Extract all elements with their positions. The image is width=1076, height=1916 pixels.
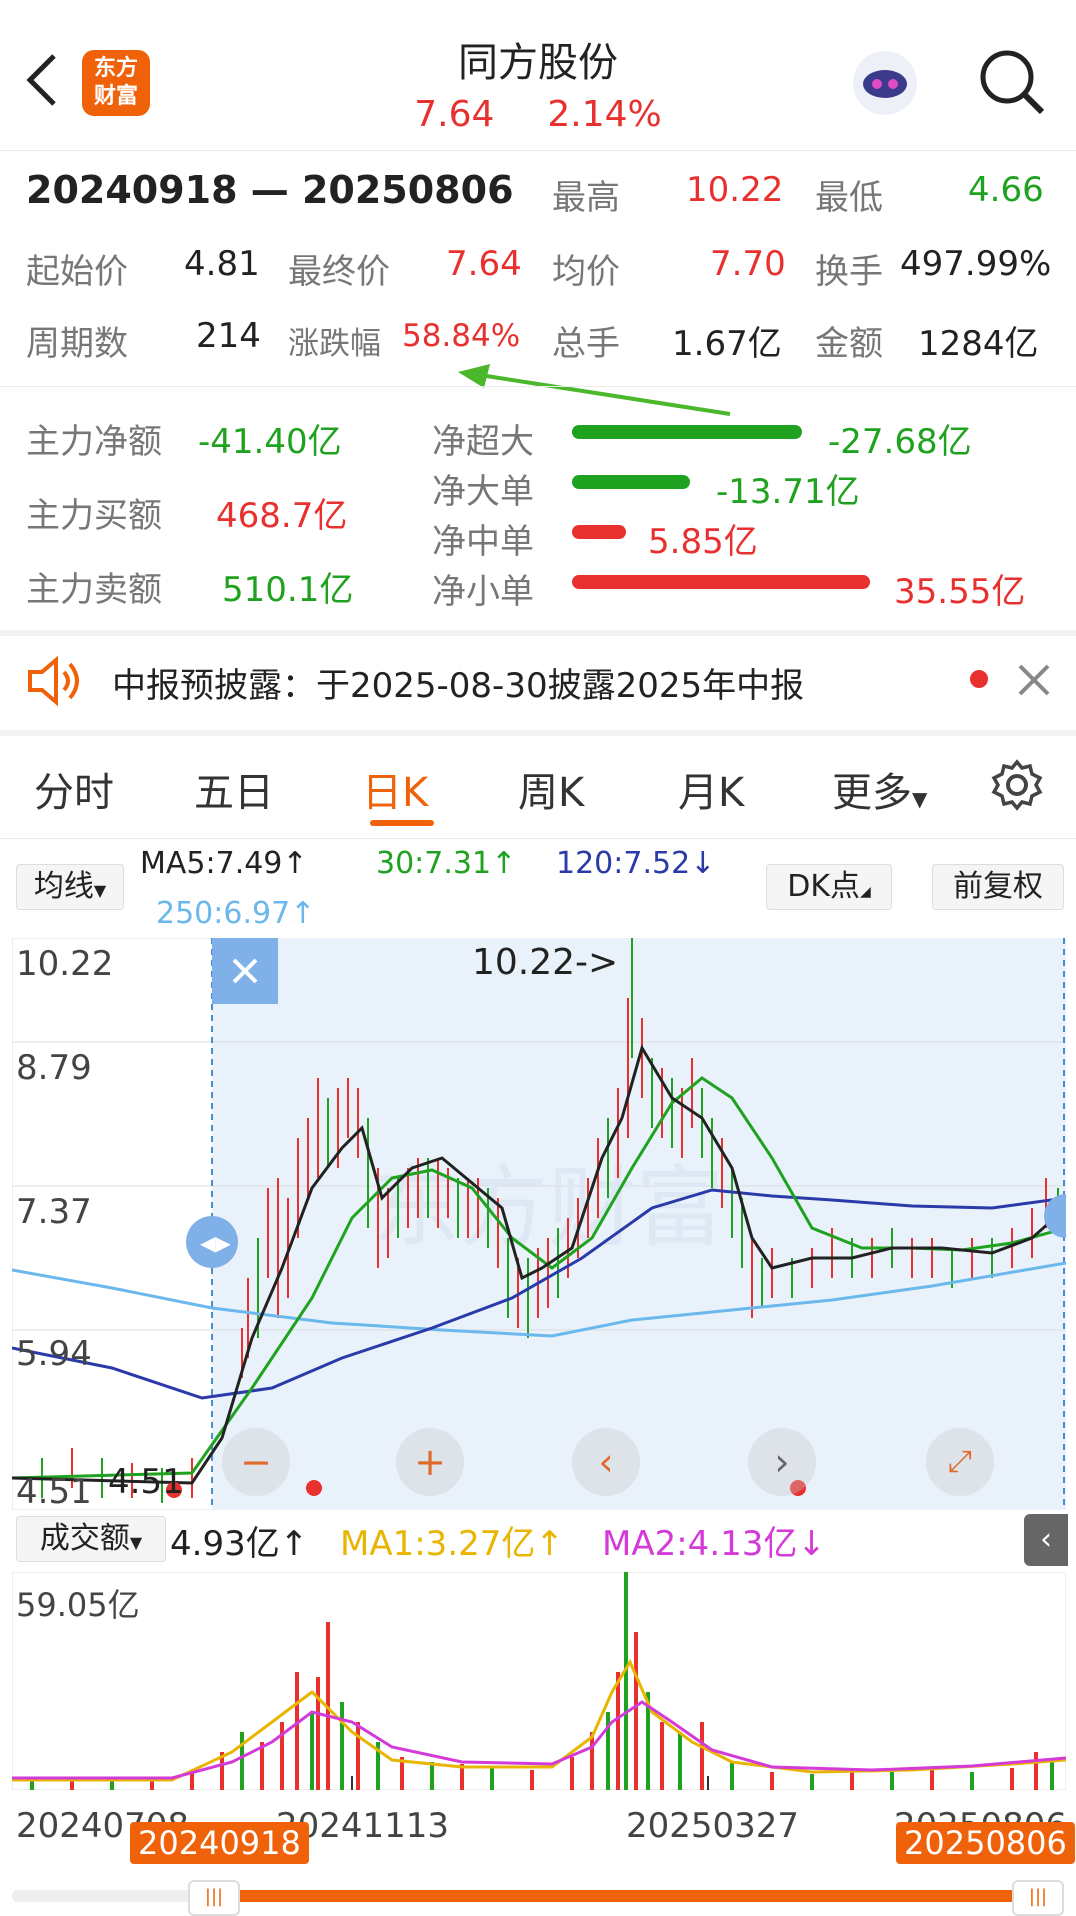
high-label: 最高 <box>552 178 620 218</box>
ma120-value: 120:7.52↓ <box>556 846 716 881</box>
dropdown-triangle-icon: ▼ <box>129 1533 143 1552</box>
avg-label: 均价 <box>552 252 620 292</box>
scroll-right-button[interactable]: › <box>748 1428 816 1496</box>
annotation-arrow <box>450 360 740 420</box>
tab-more-label: 更多 <box>832 770 912 816</box>
buy-value: 468.7亿 <box>216 496 348 536</box>
high-marker: 10.22-> <box>472 942 619 983</box>
turnover-value: 497.99% <box>900 244 1052 284</box>
price-chart[interactable]: 东方财富 ◀▶ <box>12 938 1066 1510</box>
dk-point-button[interactable]: DK点◢ <box>766 864 892 910</box>
robot-assistant-icon[interactable] <box>848 46 922 120</box>
volume-value: 1.67亿 <box>672 324 782 364</box>
low-label: 最低 <box>815 178 883 218</box>
axis-label-3: 7.37 <box>16 1192 92 1232</box>
volume-axis-max: 59.05亿 <box>16 1586 140 1624</box>
volume-ma1: MA1:3.27亿↑ <box>340 1524 564 1564</box>
tab-active-underline <box>370 820 434 826</box>
notice-dot <box>970 670 988 688</box>
small-value: 35.55亿 <box>894 572 1026 612</box>
ma5-value: MA5:7.49↑ <box>140 846 308 881</box>
dk-point-label: DK点 <box>787 869 860 904</box>
zoom-in-button[interactable]: + <box>396 1428 464 1496</box>
range-slider-end-handle[interactable]: ||| <box>1012 1880 1064 1916</box>
range-start-tag: 20240918 <box>130 1822 309 1864</box>
tab-five-day[interactable]: 五日 <box>194 760 274 818</box>
change-label: 涨跌幅 <box>288 326 381 362</box>
volume-label: 总手 <box>552 324 620 364</box>
range-end-tag: 20250806 <box>896 1822 1075 1864</box>
low-marker: 4.51 <box>108 1462 184 1502</box>
small-bar <box>572 575 870 589</box>
range-slider-start-handle[interactable]: ||| <box>188 1880 240 1916</box>
big-value: -13.71亿 <box>716 472 860 512</box>
net-value: -41.40亿 <box>198 422 342 462</box>
small-label: 净小单 <box>432 572 534 612</box>
tab-monthly-k[interactable]: 月K <box>678 760 744 818</box>
volume-chart[interactable] <box>12 1572 1066 1790</box>
tab-intraday[interactable]: 分时 <box>34 760 114 818</box>
amount-label: 金额 <box>815 324 883 364</box>
header-change: 2.14% <box>547 94 662 135</box>
adjust-button[interactable]: 前复权 <box>932 864 1064 910</box>
high-value: 10.22 <box>686 170 784 210</box>
notice-text[interactable]: 中报预披露：于2025-08-30披露2025年中报 <box>112 658 804 707</box>
range-slider-fill <box>212 1890 1022 1902</box>
axis-label-2: 8.79 <box>16 1048 92 1088</box>
date-label-3: 20250327 <box>626 1806 800 1846</box>
fullscreen-button[interactable]: ⤢ <box>926 1428 994 1496</box>
change-value: 58.84% <box>402 318 521 354</box>
ma-selector[interactable]: 均线▼ <box>16 864 124 910</box>
end-value: 7.64 <box>446 244 522 284</box>
volume-current: 4.93亿↑ <box>170 1524 309 1564</box>
buy-label: 主力买额 <box>26 496 162 536</box>
dropdown-triangle-icon: ▼ <box>912 787 928 811</box>
speaker-icon <box>26 655 82 707</box>
turnover-label: 换手 <box>815 252 883 292</box>
axis-label-bottom: 4.51 <box>16 1472 92 1512</box>
axis-label-4: 5.94 <box>16 1334 92 1374</box>
start-value: 4.81 <box>184 244 260 284</box>
search-icon[interactable] <box>976 46 1048 118</box>
mid-bar <box>572 525 626 539</box>
tab-weekly-k[interactable]: 周K <box>518 760 584 818</box>
tab-daily-k[interactable]: 日K <box>362 760 428 818</box>
volume-selector-label: 成交额 <box>39 1521 130 1556</box>
sell-label: 主力卖额 <box>26 570 162 610</box>
tab-more[interactable]: 更多▼ <box>832 760 927 818</box>
periods-value: 214 <box>196 316 261 356</box>
axis-label-top: 10.22 <box>16 944 114 984</box>
end-label: 最终价 <box>288 252 390 292</box>
mid-label: 净中单 <box>432 522 534 562</box>
svg-text:◀▶: ◀▶ <box>200 1231 231 1255</box>
super-label: 净超大 <box>432 422 534 462</box>
corner-triangle-icon: ◢ <box>860 884 871 900</box>
scroll-left-button[interactable]: ‹ <box>572 1428 640 1496</box>
super-value: -27.68亿 <box>828 422 972 462</box>
collapse-panel-button[interactable]: ‹ <box>1024 1514 1068 1566</box>
volume-selector[interactable]: 成交额▼ <box>16 1516 166 1562</box>
periods-label: 周期数 <box>26 324 128 364</box>
amount-value: 1284亿 <box>918 324 1039 364</box>
sell-value: 510.1亿 <box>222 570 354 610</box>
start-label: 起始价 <box>26 252 128 292</box>
super-bar <box>572 425 802 439</box>
net-label: 主力净额 <box>26 422 162 462</box>
big-label: 净大单 <box>432 472 534 512</box>
settings-gear-icon[interactable] <box>990 758 1044 812</box>
mid-value: 5.85亿 <box>648 522 758 562</box>
ma30-value: 30:7.31↑ <box>376 846 517 881</box>
avg-value: 7.70 <box>710 244 786 284</box>
ma-selector-label: 均线 <box>33 869 94 904</box>
big-bar <box>572 475 690 489</box>
header-price: 7.64 <box>414 94 495 135</box>
ma250-value: 250:6.97↑ <box>156 896 316 931</box>
dropdown-triangle-icon: ▼ <box>93 881 107 900</box>
range-dates: 20240918 — 20250806 <box>26 168 514 212</box>
volume-ma2: MA2:4.13亿↓ <box>602 1524 826 1564</box>
notice-close-icon[interactable] <box>1016 662 1052 698</box>
zoom-out-button[interactable]: − <box>222 1428 290 1496</box>
low-value: 4.66 <box>968 170 1044 210</box>
